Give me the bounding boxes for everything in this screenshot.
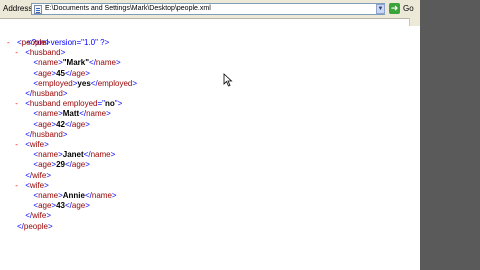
collapse-toggle[interactable]: -: [15, 181, 25, 191]
xml-tag: <husband>: [25, 48, 66, 58]
xml-close-tag: </name>: [84, 191, 117, 200]
xml-tag: <wife>: [25, 140, 49, 149]
xml-text-value: "Mark": [62, 58, 90, 68]
go-label: Go: [403, 4, 414, 13]
collapse-toggle[interactable]: -: [15, 99, 25, 109]
xml-line[interactable]: - <wife>: [15, 181, 49, 191]
xml-close-tag: </name>: [79, 109, 111, 119]
xml-text-value: 43: [56, 201, 65, 211]
chevron-down-icon: ▼: [377, 6, 384, 12]
xml-tag: </husband>: [25, 89, 68, 98]
scrollbar-top[interactable]: [409, 18, 420, 26]
xml-line[interactable]: - <husband>: [15, 48, 65, 58]
xml-open-tag: <name>: [33, 191, 63, 200]
xml-open-tag: <employed>: [33, 78, 78, 88]
go-button[interactable]: ➜ Go: [389, 3, 417, 16]
xml-line: <age>29</age>: [23, 160, 90, 170]
xml-open-tag: <age>: [33, 119, 57, 129]
xml-attribute-value: no: [104, 99, 115, 109]
xml-line: <age>43</age>: [23, 201, 90, 211]
xml-close-tag: </name>: [89, 58, 121, 68]
xml-line: <name>"Mark"</name>: [23, 58, 120, 68]
xml-tag: </wife>: [25, 211, 51, 221]
xml-tag: </people>: [17, 221, 53, 231]
xml-open-tag: <name>: [33, 58, 63, 68]
xml-tag: </husband>: [25, 129, 68, 139]
xml-line: <name>Janet</name>: [23, 150, 115, 160]
xml-close-tag: </age>: [65, 160, 90, 170]
go-arrow-icon: ➜: [389, 3, 400, 14]
address-dropdown-button[interactable]: ▼: [376, 4, 385, 14]
xml-line: </husband>: [15, 130, 67, 140]
xml-open-tag: <age>: [33, 68, 57, 78]
address-label: Address: [3, 4, 33, 13]
xml-line[interactable]: - <people>: [7, 38, 50, 48]
xml-line: <name>Matt</name>: [23, 109, 110, 119]
xml-open-tag: <name>: [33, 109, 63, 119]
xml-line: </husband>: [15, 89, 67, 99]
xml-text-value: Annie: [62, 191, 85, 200]
address-bar: Address E:\Documents and Settings\Mark\D…: [0, 0, 420, 19]
xml-close-tag: </employed>: [90, 78, 138, 88]
xml-line: </people>: [7, 222, 53, 232]
xml-tag: <wife>: [25, 180, 49, 190]
desktop-background-strip: [420, 0, 480, 270]
xml-close-tag: </age>: [65, 201, 90, 211]
xml-close-tag: </age>: [65, 119, 90, 129]
mouse-cursor-icon: [223, 73, 233, 87]
xml-close-tag: </age>: [65, 68, 90, 78]
xml-text-value: Janet: [62, 150, 84, 160]
xml-text-value: 45: [56, 68, 65, 78]
xml-text-value: Matt: [62, 109, 80, 119]
xml-text-value: yes: [77, 78, 91, 88]
xml-tag: </wife>: [25, 170, 51, 180]
page-icon: [34, 5, 42, 14]
xml-line[interactable]: - <wife>: [15, 140, 49, 150]
xml-close-tag: </name>: [83, 150, 116, 160]
address-input[interactable]: E:\Documents and Settings\Mark\Desktop\p…: [31, 3, 385, 15]
collapse-toggle[interactable]: -: [7, 38, 17, 48]
xml-line: <name>Annie</name>: [23, 191, 116, 201]
collapse-toggle[interactable]: -: [15, 140, 25, 150]
xml-text-value: 42: [56, 119, 65, 129]
xml-tag: <people>: [17, 38, 51, 47]
xml-tag-close: ">: [114, 99, 123, 109]
xml-line[interactable]: - <husband employed="no">: [15, 99, 122, 109]
xml-line: </wife>: [15, 211, 51, 221]
xml-open-tag: <age>: [33, 201, 57, 211]
xml-tag-open: <husband employed=": [25, 99, 105, 109]
address-url: E:\Documents and Settings\Mark\Desktop\p…: [45, 5, 211, 12]
xml-text-value: 29: [56, 160, 65, 170]
xml-line: <age>45</age>: [23, 69, 90, 79]
xml-open-tag: <age>: [33, 160, 57, 170]
xml-open-tag: <name>: [33, 150, 63, 160]
xml-line: <employed>yes</employed>: [23, 79, 137, 89]
collapse-toggle[interactable]: -: [15, 48, 25, 58]
xml-line: </wife>: [15, 171, 51, 181]
xml-line: <age>42</age>: [23, 120, 90, 130]
xml-document-view: <?xml version="1.0" ?> - <people> - <husban…: [0, 19, 408, 270]
